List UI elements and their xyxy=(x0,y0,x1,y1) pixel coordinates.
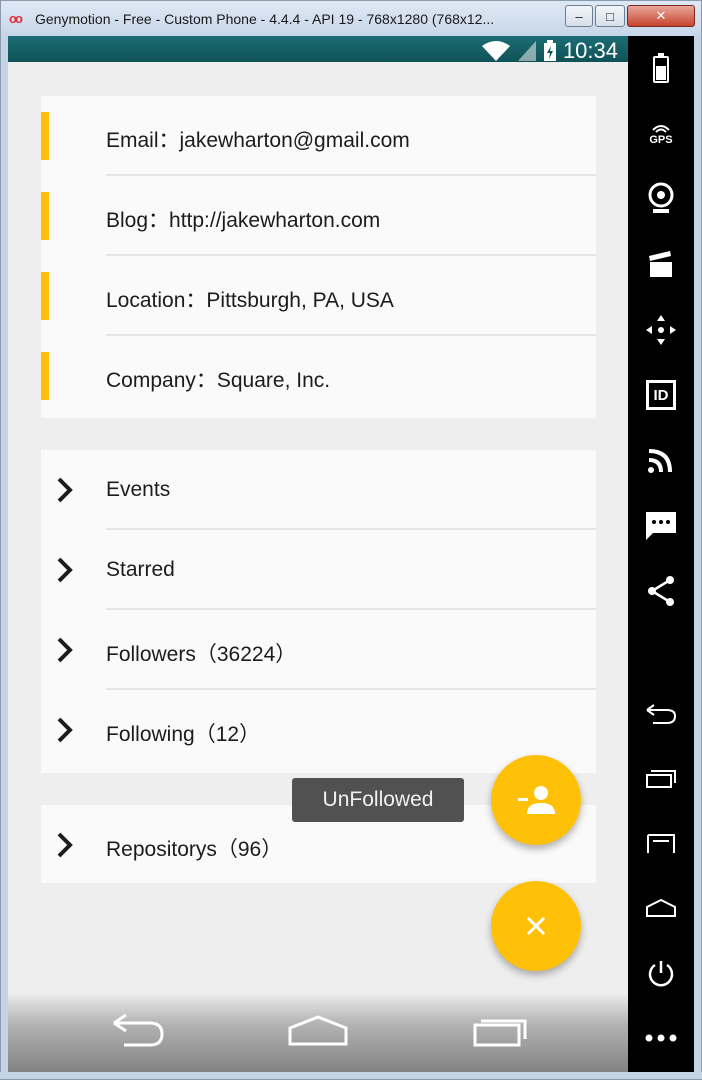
person-remove-icon xyxy=(518,786,555,814)
nav-home-icon xyxy=(288,1015,348,1046)
nav-recents-button[interactable] xyxy=(468,1010,532,1050)
back-icon[interactable] xyxy=(641,694,681,734)
link-row-followers[interactable]: Followers（36224） xyxy=(41,610,596,690)
status-time: 10:34 xyxy=(562,38,618,63)
link-row-events[interactable]: Events xyxy=(41,450,596,530)
chevron-right-icon xyxy=(57,832,73,858)
home-icon[interactable] xyxy=(641,888,681,928)
events-label: Events xyxy=(106,478,171,501)
accent-bar xyxy=(41,272,49,320)
chevron-right-icon xyxy=(57,557,73,583)
screencast-icon[interactable] xyxy=(641,244,681,284)
device-screen: 10:34 Email：jakewharton@gmail.com Blog：h… xyxy=(8,36,628,1072)
nav-home-button[interactable] xyxy=(286,1010,350,1050)
minimize-icon: – xyxy=(575,8,583,24)
genymotion-app-icon: oo xyxy=(9,11,23,26)
id-icon[interactable]: ID xyxy=(641,375,681,415)
starred-label: Starred xyxy=(106,558,175,581)
info-blog-label: Blog：http://jakewharton.com xyxy=(106,209,381,232)
menu-icon[interactable] xyxy=(641,824,681,864)
battery-icon[interactable] xyxy=(641,48,681,88)
info-row-blog[interactable]: Blog：http://jakewharton.com xyxy=(41,176,596,256)
toast-message: UnFollowed xyxy=(292,778,464,822)
accent-bar xyxy=(41,192,49,240)
sms-icon[interactable] xyxy=(641,506,681,546)
signal-icon xyxy=(517,41,536,61)
accent-bar xyxy=(41,112,49,160)
cast-icon[interactable] xyxy=(641,440,681,480)
window-title: Genymotion - Free - Custom Phone - 4.4.4… xyxy=(35,11,495,27)
android-statusbar: 10:34 xyxy=(8,36,628,64)
close-icon xyxy=(526,916,546,936)
share-icon[interactable] xyxy=(641,571,681,611)
nav-recents-icon xyxy=(473,1019,527,1047)
status-icons: 10:34 xyxy=(481,38,618,64)
info-row-location[interactable]: Location：Pittsburgh, PA, USA xyxy=(41,256,596,336)
info-row-email[interactable]: Email：jakewharton@gmail.com xyxy=(41,96,596,176)
info-location-label: Location：Pittsburgh, PA, USA xyxy=(106,289,394,312)
unfollow-fab[interactable] xyxy=(491,755,581,845)
following-label: Following（12） xyxy=(106,723,261,746)
toast-text: UnFollowed xyxy=(322,788,434,811)
repositorys-label: Repositorys（96） xyxy=(106,838,283,861)
info-email-label: Email：jakewharton@gmail.com xyxy=(106,129,410,152)
window-titlebar: oo Genymotion - Free - Custom Phone - 4.… xyxy=(0,0,702,36)
link-row-starred[interactable]: Starred xyxy=(41,530,596,610)
profile-links-card: Events Starred Followers（36224） Followin… xyxy=(41,450,596,773)
genymotion-sidebar: GPS ID xyxy=(628,36,694,1072)
chevron-right-icon xyxy=(57,717,73,743)
followers-label: Followers（36224） xyxy=(106,643,297,666)
more-icon[interactable] xyxy=(641,1018,681,1058)
id-label: ID xyxy=(653,386,669,404)
power-icon[interactable] xyxy=(641,954,681,994)
webcam-icon[interactable] xyxy=(641,178,681,218)
gps-icon[interactable]: GPS xyxy=(641,114,681,154)
window-frame-right xyxy=(694,36,702,1080)
window-frame-bottom xyxy=(0,1072,702,1080)
close-window-button[interactable]: ✕ xyxy=(627,5,695,27)
recent-apps-icon[interactable] xyxy=(641,758,681,798)
nav-back-icon xyxy=(113,1013,164,1047)
dpad-icon[interactable] xyxy=(641,310,681,350)
nav-back-button[interactable] xyxy=(106,1010,170,1050)
maximize-button[interactable]: □ xyxy=(595,5,625,27)
accent-bar xyxy=(41,352,49,400)
minimize-button[interactable]: – xyxy=(565,5,593,27)
chevron-right-icon xyxy=(57,637,73,663)
chevron-right-icon xyxy=(57,477,73,503)
gps-label: GPS xyxy=(649,134,673,146)
link-row-following[interactable]: Following（12） xyxy=(41,690,596,770)
profile-info-card: Email：jakewharton@gmail.com Blog：http://… xyxy=(41,96,596,418)
close-fab[interactable] xyxy=(491,881,581,971)
info-row-company[interactable]: Company：Square, Inc. xyxy=(41,336,596,416)
info-company-label: Company：Square, Inc. xyxy=(106,369,331,392)
window-frame-left xyxy=(0,36,8,1080)
android-navbar xyxy=(8,992,628,1072)
battery-charging-icon xyxy=(543,40,556,61)
wifi-icon xyxy=(481,41,510,61)
close-window-icon: ✕ xyxy=(655,8,667,23)
maximize-icon: □ xyxy=(606,8,614,24)
